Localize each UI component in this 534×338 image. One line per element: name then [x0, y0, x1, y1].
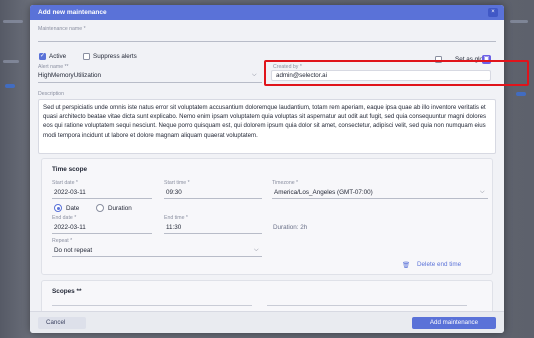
repeat-select[interactable]	[52, 256, 262, 257]
timezone-select[interactable]	[272, 198, 488, 199]
time-scope-card: Time scope Start date * 2022-03-11 Start…	[41, 158, 493, 275]
date-radio-label: Date	[66, 205, 80, 212]
start-date-input[interactable]	[52, 198, 152, 199]
repeat-value[interactable]: Do not repeat	[54, 247, 92, 254]
suppress-alerts-checkbox[interactable]	[83, 53, 90, 60]
scopes-title: Scopes **	[52, 288, 82, 295]
delete-end-time-link[interactable]: Delete end time	[417, 261, 461, 268]
created-by-highlight-box	[264, 60, 529, 86]
dialog-footer: Cancel Add maintenance	[30, 311, 504, 333]
background-marker	[516, 92, 526, 96]
time-scope-title: Time scope	[52, 166, 88, 173]
scope-key-input[interactable]	[52, 305, 252, 306]
description-textarea[interactable]: Sed ut perspiciatis unde omnis iste natu…	[38, 99, 496, 154]
maintenance-name-label: Maintenance name *	[38, 26, 86, 32]
duration-text: Duration: 2h	[273, 224, 308, 231]
maintenance-name-input[interactable]	[38, 41, 496, 42]
repeat-chevron-down-icon[interactable]: ⌵	[254, 247, 259, 254]
start-time-value[interactable]: 09:30	[166, 189, 182, 196]
end-date-label: End date *	[52, 215, 77, 221]
alert-name-select[interactable]	[38, 82, 262, 83]
end-time-label: End time *	[164, 215, 188, 221]
start-time-label: Start time *	[164, 180, 190, 186]
scope-value-input[interactable]	[267, 305, 467, 306]
timezone-value[interactable]: America/Los_Angeles (GMT-07:00)	[274, 189, 373, 196]
end-time-value[interactable]: 11:30	[166, 224, 181, 231]
background-bar	[510, 20, 528, 23]
active-checkbox[interactable]: ✓	[39, 53, 46, 60]
background-marker	[5, 84, 15, 88]
add-maintenance-dialog: Add new maintenance × Maintenance name *…	[30, 5, 504, 333]
date-radio[interactable]	[54, 204, 62, 212]
timezone-label: Timezone *	[272, 180, 299, 186]
dialog-header: Add new maintenance ×	[30, 5, 504, 20]
background-bar	[3, 60, 19, 63]
cancel-button[interactable]: Cancel	[38, 317, 86, 329]
alert-name-value[interactable]: HighMemoryUtilization	[38, 72, 101, 79]
background-bar	[3, 20, 23, 23]
dialog-title: Add new maintenance	[38, 9, 107, 16]
start-date-label: Start date *	[52, 180, 78, 186]
start-date-value[interactable]: 2022-03-11	[54, 189, 86, 196]
start-time-input[interactable]	[164, 198, 262, 199]
end-date-value[interactable]: 2022-03-11	[54, 224, 86, 231]
duration-radio[interactable]	[96, 204, 104, 212]
active-label: Active	[49, 53, 67, 60]
timezone-chevron-down-icon[interactable]: ⌵	[480, 189, 485, 196]
suppress-alerts-label: Suppress alerts	[93, 53, 137, 60]
close-icon[interactable]: ×	[488, 8, 498, 17]
duration-radio-label: Duration	[108, 205, 132, 212]
add-maintenance-button[interactable]: Add maintenance	[412, 317, 496, 329]
end-date-input[interactable]	[52, 233, 152, 234]
alert-name-chevron-down-icon[interactable]: ⌵	[252, 72, 257, 79]
alert-name-label: Alert name **	[38, 64, 69, 70]
description-label: Description	[38, 91, 64, 97]
repeat-label: Repeat *	[52, 238, 73, 244]
trash-icon[interactable]: 🗑	[402, 261, 410, 269]
end-time-input[interactable]	[164, 233, 262, 234]
